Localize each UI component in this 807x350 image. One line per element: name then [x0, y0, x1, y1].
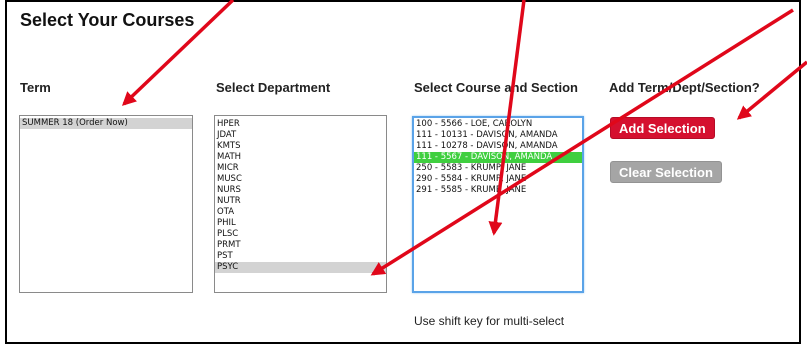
listbox-option[interactable]: 111 - 5567 - DAVISON, AMANDA	[414, 152, 582, 163]
clear-selection-button[interactable]: Clear Selection	[610, 161, 722, 183]
listbox-option[interactable]: 291 - 5585 - KRUMP, JANE	[414, 185, 582, 196]
course-section-listbox[interactable]: 100 - 5566 - LOE, CAROLYN 111 - 10131 - D…	[412, 116, 584, 293]
listbox-option[interactable]: PLSC	[215, 229, 386, 240]
listbox-option[interactable]: PST	[215, 251, 386, 262]
term-label: Term	[20, 80, 51, 95]
add-selection-button[interactable]: Add Selection	[610, 117, 715, 139]
listbox-option[interactable]: KMTS	[215, 141, 386, 152]
listbox-option[interactable]: JDAT	[215, 130, 386, 141]
term-listbox[interactable]: SUMMER 18 (Order Now)	[19, 115, 193, 293]
listbox-option[interactable]: NURS	[215, 185, 386, 196]
listbox-option[interactable]: PHIL	[215, 218, 386, 229]
listbox-option[interactable]: 100 - 5566 - LOE, CAROLYN	[414, 119, 582, 130]
listbox-option[interactable]: NUTR	[215, 196, 386, 207]
listbox-option[interactable]: 290 - 5584 - KRUMP, JANE	[414, 174, 582, 185]
page-title: Select Your Courses	[20, 10, 195, 30]
listbox-option[interactable]: SUMMER 18 (Order Now)	[20, 118, 192, 129]
course-section-label: Select Course and Section	[414, 80, 578, 95]
department-listbox[interactable]: HPER JDAT KMTS MATH MICR MUSC NURS NUTR OTA PHIL P…	[214, 115, 387, 293]
listbox-option[interactable]: HPER	[215, 119, 386, 130]
listbox-option[interactable]: MUSC	[215, 174, 386, 185]
multi-select-hint: Use shift key for multi-select	[414, 314, 565, 328]
listbox-option[interactable]: PSYC	[215, 262, 386, 273]
listbox-option[interactable]: 250 - 5583 - KRUMP, JANE	[414, 163, 582, 174]
department-label: Select Department	[216, 80, 331, 95]
listbox-option[interactable]: MATH	[215, 152, 386, 163]
add-term-label: Add Term/Dept/Section?	[609, 80, 760, 95]
listbox-option[interactable]: MICR	[215, 163, 386, 174]
listbox-option[interactable]: 111 - 10278 - DAVISON, AMANDA	[414, 141, 582, 152]
listbox-option[interactable]: OTA	[215, 207, 386, 218]
listbox-option[interactable]: PRMT	[215, 240, 386, 251]
listbox-option[interactable]: 111 - 10131 - DAVISON, AMANDA	[414, 130, 582, 141]
